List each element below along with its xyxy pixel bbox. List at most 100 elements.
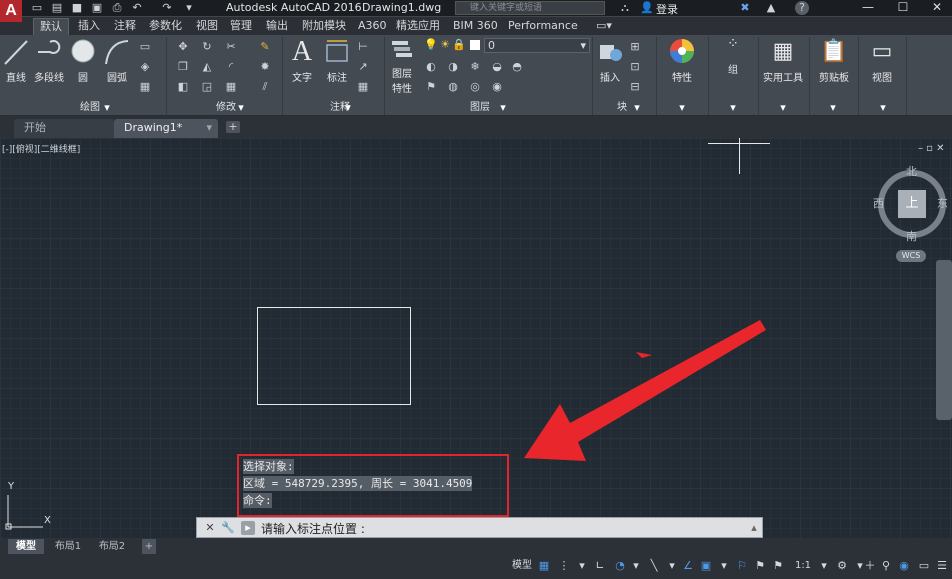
polar-dropdown-icon[interactable]: ▾ [628, 557, 644, 575]
move-icon[interactable]: ✥ [176, 41, 190, 53]
offset-icon[interactable]: ⫽ [258, 81, 272, 93]
stretch-icon[interactable]: ◧ [176, 81, 190, 93]
tab-output[interactable]: 输出 [260, 18, 294, 35]
modify-panel-title[interactable]: 修改 [176, 101, 276, 115]
polyline-tool-button[interactable]: 多段线 [32, 37, 66, 84]
tab-layout2[interactable]: 布局2 [92, 539, 132, 554]
maximize-icon[interactable]: ☐ [888, 0, 918, 16]
workspace-gear-icon[interactable]: ⚙ [834, 557, 850, 575]
group-dropdown-icon[interactable]: ▾ [726, 102, 740, 114]
lock-icon[interactable]: 🔒 [452, 39, 466, 51]
modify-panel-dropdown-icon[interactable]: ▾ [234, 102, 248, 114]
draw-panel-title[interactable]: 绘图 [30, 101, 150, 115]
properties-dropdown-icon[interactable]: ▾ [675, 102, 689, 114]
compass-west[interactable]: 西 [873, 195, 884, 211]
layer-current-icon[interactable]: ⚑ [424, 81, 438, 93]
tab-parametric[interactable]: 参数化 [143, 18, 188, 35]
add-layout-icon[interactable]: + [142, 539, 156, 554]
tab-addins[interactable]: 附加模块 [296, 18, 352, 35]
copy-icon[interactable]: ❐ [176, 61, 190, 73]
text-tool-button[interactable]: A 文字 [288, 37, 316, 85]
fillet-icon[interactable]: ◜ [224, 61, 238, 73]
autocad-logo-icon[interactable]: A [0, 0, 22, 22]
draw-panel-dropdown-icon[interactable]: ▾ [100, 102, 114, 114]
exchange-icon[interactable]: ✖ [738, 1, 752, 15]
annotation-monitor-icon[interactable]: ＋ [862, 557, 878, 575]
clipboard-button[interactable]: 📋 剪贴板 [812, 37, 856, 84]
array-icon[interactable]: ▦ [224, 81, 238, 93]
autoscale-icon[interactable]: ⚑ [752, 557, 768, 575]
view-dropdown-icon[interactable]: ▾ [876, 102, 890, 114]
snap-icon[interactable]: ⋮ [556, 557, 572, 575]
tab-start[interactable]: 开始 [14, 119, 114, 138]
layer-freeze-icon[interactable]: ❄ [468, 61, 482, 73]
object-snap-icon[interactable]: ▣ [698, 557, 714, 575]
compass-east[interactable]: 东 [937, 195, 948, 211]
layer-panel-dropdown-icon[interactable]: ▾ [496, 102, 510, 114]
navigation-bar[interactable] [936, 260, 952, 420]
utilities-button[interactable]: ▦ 实用工具 [760, 37, 806, 84]
grid-icon[interactable]: ▦ [536, 557, 552, 575]
undo-icon[interactable]: ↶ [130, 1, 144, 15]
rectangle-icon[interactable]: ▭ [138, 41, 152, 53]
viewcube-top-face[interactable]: 上 [898, 190, 926, 218]
line-tool-button[interactable]: 直线 [2, 37, 30, 84]
annotation-panel-dropdown-icon[interactable]: ▾ [341, 102, 355, 114]
tab-manage[interactable]: 管理 [224, 18, 258, 35]
layer-off-icon[interactable]: ◐ [424, 61, 438, 73]
layer-unlock-icon[interactable]: ◉ [490, 81, 504, 93]
light-bulb-icon[interactable]: 💡 [424, 39, 438, 51]
leader-icon[interactable]: ↗ [356, 61, 370, 73]
scale-dropdown-icon[interactable]: ▾ [816, 557, 832, 575]
minimize-icon[interactable]: — [853, 0, 883, 16]
linear-dim-icon[interactable]: ⊢ [356, 41, 370, 53]
polar-icon[interactable]: ◔ [612, 557, 628, 575]
tab-default[interactable]: 默认 [33, 18, 69, 35]
group-button[interactable]: ⁘ 组 [708, 37, 758, 76]
layer-thaw-icon[interactable]: ◎ [468, 81, 482, 93]
object-snap-tracking-icon[interactable]: ∠ [680, 557, 696, 575]
tab-a360[interactable]: A360 [352, 18, 393, 35]
tab-drawing1[interactable]: Drawing1* ▾ [114, 119, 218, 138]
view-button[interactable]: ▭ 视图 [862, 37, 902, 84]
ribbon-toggle-icon[interactable]: ▭▾ [590, 18, 618, 35]
layer-properties-button[interactable]: 图层 特性 [388, 37, 416, 95]
layer-dropdown[interactable]: 0 ▾ [484, 38, 590, 53]
tab-layout1[interactable]: 布局1 [48, 539, 88, 554]
save-as-icon[interactable]: ▣ [90, 1, 104, 15]
tab-bim360[interactable]: BIM 360 [447, 18, 504, 35]
save-icon[interactable]: ■ [70, 1, 84, 15]
explode-icon[interactable]: ✸ [258, 61, 272, 73]
close-icon[interactable]: ✕ [922, 0, 952, 16]
quick-access-dropdown-icon[interactable]: ▾ [182, 1, 196, 15]
tab-performance[interactable]: Performance [502, 18, 584, 35]
sun-icon[interactable]: ☀ [438, 39, 452, 51]
wcs-menu[interactable]: WCS [896, 250, 926, 262]
viewport-window-controls[interactable]: – ▫ ✕ [918, 143, 945, 154]
tab-insert[interactable]: 插入 [72, 18, 106, 35]
drawn-rectangle[interactable] [257, 307, 411, 405]
new-tab-icon[interactable]: + [226, 121, 240, 133]
tab-close-icon[interactable]: ▾ [206, 119, 212, 137]
model-space-button[interactable]: 模型 [510, 557, 534, 575]
trim-icon[interactable]: ✂ [224, 41, 238, 53]
create-block-icon[interactable]: ⊞ [628, 41, 642, 53]
help-icon[interactable]: ? [795, 1, 809, 15]
erase-icon[interactable]: ✎ [258, 41, 272, 53]
ortho-icon[interactable]: ∟ [592, 557, 608, 575]
customize-icon[interactable]: 🔧 [221, 521, 235, 535]
layer-unisolate-icon[interactable]: ◍ [446, 81, 460, 93]
open-file-icon[interactable]: ▤ [50, 1, 64, 15]
table-icon[interactable]: ▦ [356, 81, 370, 93]
scale-icon[interactable]: ◲ [200, 81, 214, 93]
gradient-icon[interactable]: ▦ [138, 81, 152, 93]
properties-button[interactable]: 特性 [660, 37, 704, 84]
layer-lock-icon[interactable]: ◒ [490, 61, 504, 73]
units-icon[interactable]: ⚲ [878, 557, 894, 575]
clipboard-dropdown-icon[interactable]: ▾ [826, 102, 840, 114]
recent-commands-icon[interactable]: ▸ [241, 521, 255, 535]
viewport-controls[interactable]: [-][俯视][二维线框] [2, 142, 80, 155]
annotation-panel-title[interactable]: 注释 [300, 101, 380, 115]
compass-south[interactable]: 南 [906, 228, 917, 244]
search-input[interactable]: 键入关键字或短语 [455, 1, 605, 15]
